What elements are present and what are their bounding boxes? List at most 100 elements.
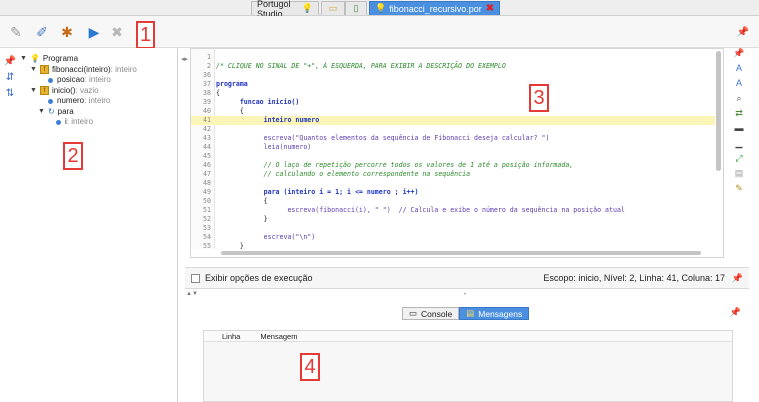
program-tree-panel: 📌 ⇵ ⇅ ▼ 💡 Programa ▼ f fibonacci(inteiro… [0, 48, 178, 402]
code-line[interactable]: 52 } [191, 215, 715, 224]
indent-icon[interactable]: ▬ [729, 123, 749, 138]
tree-numero-label: numero [57, 96, 85, 105]
save-icon[interactable]: ✐ [32, 23, 52, 41]
line-number: 48 [203, 179, 211, 187]
column-line[interactable]: Linha [222, 332, 240, 341]
code-line[interactable]: 46 // O laço de repetição percorre todos… [191, 161, 715, 170]
tab-open-folder[interactable]: ▭ [321, 1, 345, 15]
variable-icon [48, 77, 53, 83]
messages-icon: ▤ [466, 308, 475, 318]
code-line[interactable]: 49 para (inteiro i = 1; i <= numero ; i+… [191, 188, 715, 197]
font-decrease-icon[interactable]: A [729, 78, 749, 93]
stop-icon[interactable]: ✖ [107, 23, 127, 41]
line-icon[interactable]: ▁ [729, 138, 749, 153]
tab-messages[interactable]: ▤ Mensagens [459, 307, 530, 320]
debug-bug-icon[interactable]: ✱ [57, 23, 77, 41]
code-text: escreva(fibonacci(i), " ") // Calcula e … [216, 206, 625, 214]
folder-icon: ▭ [328, 3, 338, 13]
code-text: escreva("\n") [216, 233, 316, 241]
vertical-scrollbar[interactable] [716, 51, 721, 171]
collapse-icon[interactable]: ▼ [30, 65, 37, 76]
code-line[interactable]: 42 [191, 125, 715, 134]
filter-icon[interactable]: ⇅ [2, 88, 18, 104]
collapse-icon[interactable]: ▼ [30, 86, 37, 97]
tree-node-posicao[interactable]: posicao : inteiro [20, 75, 137, 86]
tree-node-para[interactable]: ▼ ↻ para [20, 107, 137, 118]
line-number: 41 [203, 116, 211, 124]
code-line[interactable]: 50 { [191, 197, 715, 206]
line-number: 44 [203, 143, 211, 151]
sort-icon[interactable]: ⇵ [2, 72, 18, 88]
horizontal-scrollbar[interactable] [221, 251, 701, 255]
line-number: 45 [203, 152, 211, 160]
status-bar: Exibir opções de execução Escopo: inicio… [185, 267, 749, 289]
run-icon[interactable]: ▶ [84, 23, 104, 41]
code-line[interactable]: 39 funcao inicio() [191, 98, 715, 107]
code-line[interactable]: 47 // calculando o elemento corresponden… [191, 170, 715, 179]
pin-icon[interactable]: 📌 [732, 273, 743, 284]
code-line[interactable]: 53 [191, 224, 715, 233]
code-line[interactable]: 36 [191, 71, 715, 80]
compile-icon[interactable]: ✎ [6, 23, 26, 41]
exec-options-checkbox[interactable] [191, 273, 200, 283]
code-text: } [216, 215, 268, 223]
code-line[interactable]: 37 programa [191, 80, 715, 89]
callout-3: 3 [529, 84, 549, 112]
tab-portugol-studio[interactable]: Portugol Studio 💡 [251, 0, 319, 19]
collapse-icon[interactable]: ▼ [20, 54, 27, 65]
code-editor[interactable]: 1 2 /* CLIQUE NO SINAL DE "+", À ESQUERDA,… [190, 48, 724, 258]
line-number: 1 [207, 53, 211, 61]
code-line[interactable]: 43 escreva("Quantos elementos da sequênc… [191, 134, 715, 143]
tree-node-numero[interactable]: numero : inteiro [20, 96, 137, 107]
code-line[interactable]: 45 [191, 152, 715, 161]
exec-options-label[interactable]: Exibir opções de execução [205, 273, 313, 283]
code-line[interactable]: 48 [191, 179, 715, 188]
close-tab-icon[interactable]: ✖ [486, 3, 494, 14]
code-text: { [216, 89, 220, 97]
collapse-icon[interactable]: ▼ [38, 107, 45, 118]
variable-icon [48, 98, 53, 104]
code-line[interactable]: 54 escreva("\n") [191, 233, 715, 242]
code-line[interactable]: 1 [191, 53, 715, 62]
document-icon[interactable]: ▤ [729, 168, 749, 183]
tree-node-inicio[interactable]: ▼ f inicio() : vazio [20, 86, 137, 97]
pin-icon[interactable]: 📌 [730, 307, 741, 318]
code-line[interactable]: 55 } [191, 242, 715, 251]
code-text: para (inteiro i = 1; i <= numero ; i++) [216, 188, 419, 196]
tab-fibonacci-file[interactable]: 💡 fibonacci_recursivo.por ✖ [369, 1, 500, 15]
tree-tools: 📌 ⇵ ⇅ [2, 56, 18, 104]
replace-icon[interactable]: ⇄ [729, 108, 749, 123]
expand-arrows-icon[interactable]: ◂▸ [181, 55, 188, 63]
line-number: 47 [203, 170, 211, 178]
tree-posicao-type: : inteiro [84, 75, 111, 84]
code-text: escreva("Quantos elementos da sequência … [216, 134, 550, 142]
pin-icon[interactable]: 📌 [729, 48, 749, 63]
tree-node-fibonacci[interactable]: ▼ f fibonacci(inteiro) : inteiro [20, 65, 137, 76]
code-line[interactable]: 40 { [191, 107, 715, 116]
code-text: } [216, 242, 244, 250]
code-line[interactable]: 51 escreva(fibonacci(i), " ") // Calcula… [191, 206, 715, 215]
code-text: { [216, 107, 244, 115]
code-line[interactable]: 2 /* CLIQUE NO SINAL DE "+", À ESQUERDA, … [191, 62, 715, 71]
pin-icon[interactable]: 📌 [733, 23, 753, 41]
fullscreen-icon[interactable]: ⤢ [729, 153, 749, 168]
edit-icon[interactable]: ✎ [729, 183, 749, 198]
find-icon[interactable]: ⌕ [729, 93, 749, 108]
messages-table-header: Linha Mensagem [204, 331, 732, 342]
font-increase-icon[interactable]: A [729, 63, 749, 78]
line-number: 49 [203, 188, 211, 196]
tab-new-file[interactable]: ▯ [345, 1, 367, 15]
code-line[interactable]: 44 leia(numero) [191, 143, 715, 152]
tree-node-i[interactable]: i : inteiro [20, 117, 137, 128]
line-number: 40 [203, 107, 211, 115]
variable-icon [56, 119, 61, 125]
line-number: 43 [203, 134, 211, 142]
code-line[interactable]: 41 inteiro numero [191, 116, 715, 125]
pin-icon[interactable]: 📌 [2, 56, 18, 72]
tab-bar: Portugol Studio 💡 ▭ ▯ 💡 fibonacci_recurs… [0, 0, 759, 19]
tab-console[interactable]: ▭ Console [402, 307, 460, 320]
tree-node-programa[interactable]: ▼ 💡 Programa [20, 54, 137, 65]
column-message[interactable]: Mensagem [260, 332, 297, 341]
code-line[interactable]: 38 { [191, 89, 715, 98]
scope-indicator: Escopo: inicio, Nível: 2, Linha: 41, Col… [543, 273, 725, 283]
